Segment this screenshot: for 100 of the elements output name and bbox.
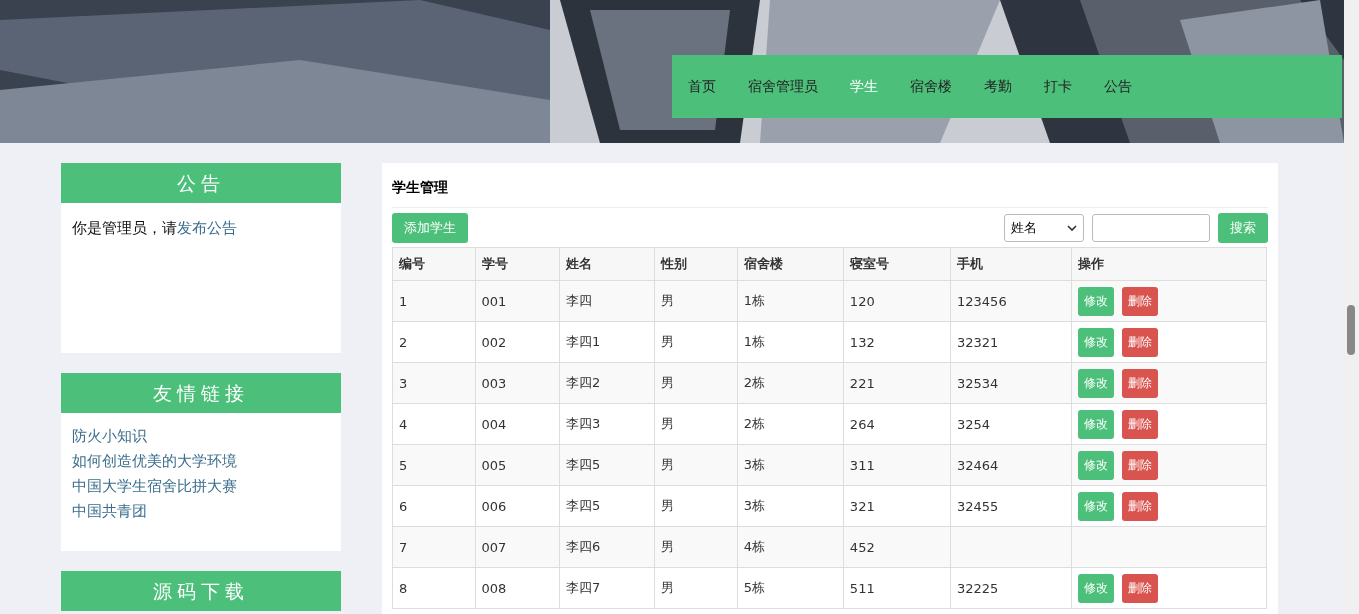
friend-link[interactable]: 中国共青团 [72, 502, 147, 521]
table-cell: 32464 [950, 444, 1072, 486]
table-cell: 003 [475, 362, 560, 404]
nav-item[interactable]: 公告 [1090, 77, 1146, 96]
table-cell: 002 [475, 321, 560, 363]
table-cell: 32455 [950, 485, 1072, 527]
column-header: 学号 [475, 247, 560, 281]
table-cell: 008 [475, 567, 560, 609]
nav-item[interactable]: 考勤 [970, 77, 1026, 96]
nav-item[interactable]: 打卡 [1030, 77, 1086, 96]
table-cell: 男 [654, 485, 738, 527]
table-cell: 李四 [559, 280, 655, 322]
table-cell: 男 [654, 321, 738, 363]
edit-button[interactable]: 修改 [1078, 409, 1115, 439]
table-cell: 264 [843, 403, 951, 445]
notice-text: 你是管理员，请发布公告 [72, 219, 238, 238]
table-cell: 321 [843, 485, 951, 527]
table-cell: 4 [392, 403, 476, 445]
delete-button[interactable]: 删除 [1122, 327, 1159, 357]
table-cell: 3 [392, 362, 476, 404]
table-cell: 男 [654, 362, 738, 404]
table-cell: 男 [654, 403, 738, 445]
add-button[interactable]: 添加学生 [392, 213, 468, 243]
table-cell: 1 [392, 280, 476, 322]
friend-link[interactable]: 中国大学生宿舍比拼大赛 [72, 477, 237, 496]
nav-item[interactable]: 宿舍楼 [896, 77, 966, 96]
table-cell: 1栋 [737, 321, 844, 363]
table-cell: 5栋 [737, 567, 844, 609]
delete-button[interactable]: 删除 [1122, 286, 1159, 316]
card-title: 公告 [61, 163, 341, 203]
table-cell: 李四6 [559, 526, 655, 568]
friend-link[interactable]: 如何创造优美的大学环境 [72, 452, 237, 471]
table-cell: 32321 [950, 321, 1072, 363]
column-header: 编号 [392, 247, 476, 281]
table-cell: 221 [843, 362, 951, 404]
table-cell: 7 [392, 526, 476, 568]
table-cell: 2栋 [737, 403, 844, 445]
search-button[interactable]: 搜索 [1218, 213, 1268, 243]
column-header: 性别 [654, 247, 738, 281]
table-cell: 5 [392, 444, 476, 486]
table-cell: 李四5 [559, 485, 655, 527]
chevron-down-icon [1067, 224, 1077, 232]
column-header: 操作 [1071, 247, 1267, 281]
edit-button[interactable]: 修改 [1078, 368, 1115, 398]
table-cell: 32534 [950, 362, 1072, 404]
table-cell: 120 [843, 280, 951, 322]
edit-button[interactable]: 修改 [1078, 450, 1115, 480]
table-cell: 男 [654, 526, 738, 568]
table-cell: 007 [475, 526, 560, 568]
edit-button[interactable]: 修改 [1078, 573, 1115, 603]
card-title: 友情链接 [61, 373, 341, 413]
edit-button[interactable]: 修改 [1078, 327, 1115, 357]
table-cell: 3栋 [737, 485, 844, 527]
table-cell: 32225 [950, 567, 1072, 609]
table-cell: 男 [654, 444, 738, 486]
publish-link[interactable]: 发布公告 [177, 219, 237, 237]
delete-button[interactable]: 删除 [1122, 368, 1159, 398]
card-title: 源码下载 [61, 571, 341, 611]
table-cell: 123456 [950, 280, 1072, 322]
scrollbar[interactable] [1344, 0, 1359, 614]
table-cell: 2 [392, 321, 476, 363]
table-cell: 001 [475, 280, 560, 322]
column-header: 姓名 [559, 247, 655, 281]
table-cell: 6 [392, 485, 476, 527]
edit-button[interactable]: 修改 [1078, 286, 1115, 316]
filter-select[interactable]: 姓名 [1004, 214, 1084, 242]
table-cell: 李四2 [559, 362, 655, 404]
table-cell: 005 [475, 444, 560, 486]
table-cell: 男 [654, 280, 738, 322]
delete-button[interactable]: 删除 [1122, 573, 1159, 603]
nav-item[interactable]: 学生 [836, 77, 892, 96]
table-cell: 李四1 [559, 321, 655, 363]
table-cell: 132 [843, 321, 951, 363]
table-cell: 004 [475, 403, 560, 445]
table-cell: 1栋 [737, 280, 844, 322]
column-header: 宿舍楼 [737, 247, 844, 281]
table-cell: 2栋 [737, 362, 844, 404]
delete-button[interactable]: 删除 [1122, 491, 1159, 521]
delete-button[interactable]: 删除 [1122, 409, 1159, 439]
table-cell: 311 [843, 444, 951, 486]
table-cell: 男 [654, 567, 738, 609]
column-header: 手机 [950, 247, 1072, 281]
table-cell: 4栋 [737, 526, 844, 568]
table-cell: 006 [475, 485, 560, 527]
table-cell: 李四5 [559, 444, 655, 486]
table-cell: 3栋 [737, 444, 844, 486]
panel-title: 学生管理 [392, 173, 1268, 208]
table-cell: 3254 [950, 403, 1072, 445]
table-cell: 511 [843, 567, 951, 609]
nav-item[interactable]: 首页 [674, 77, 730, 96]
search-field[interactable] [1092, 214, 1210, 242]
delete-button[interactable]: 删除 [1122, 450, 1159, 480]
table-cell: 李四3 [559, 403, 655, 445]
table-cell: 452 [843, 526, 951, 568]
nav-item[interactable]: 宿舍管理员 [734, 77, 832, 96]
friend-link[interactable]: 防火小知识 [72, 427, 147, 446]
table-cell: 8 [392, 567, 476, 609]
edit-button[interactable]: 修改 [1078, 491, 1115, 521]
column-header: 寝室号 [843, 247, 951, 281]
table-cell: 李四7 [559, 567, 655, 609]
